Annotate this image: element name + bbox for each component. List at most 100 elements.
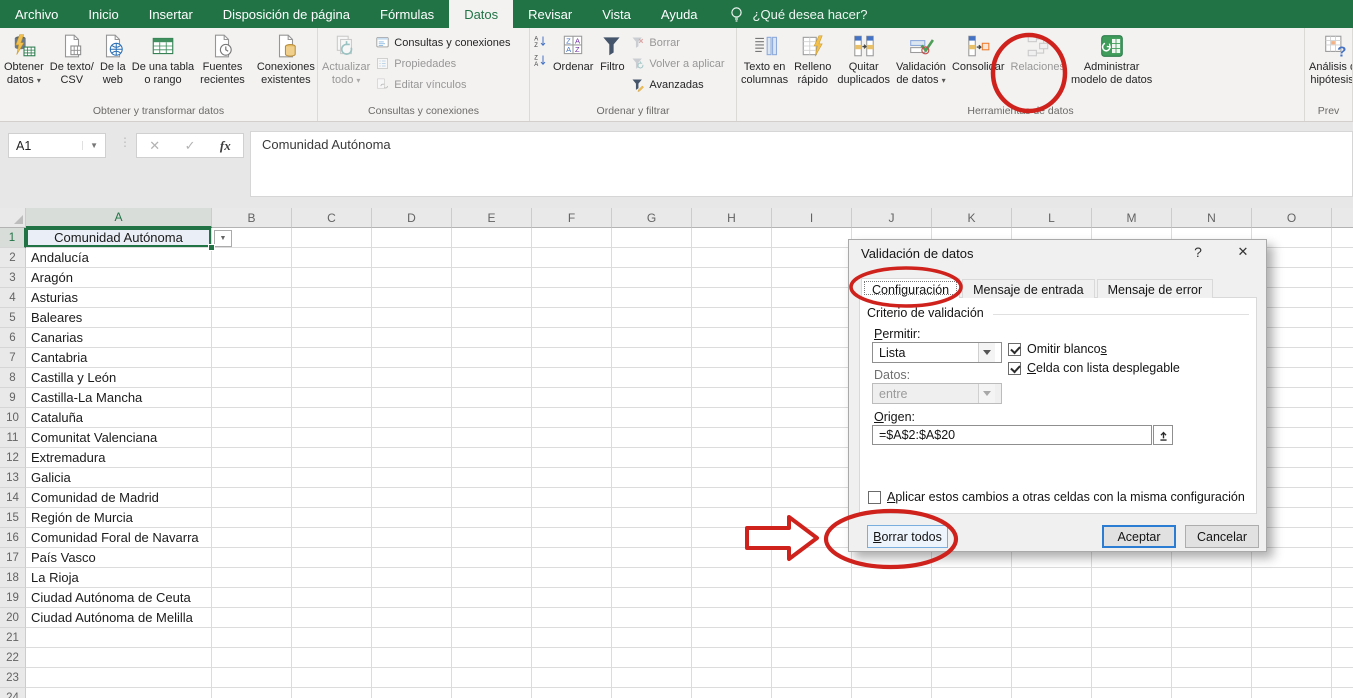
cell-E21[interactable] [452,628,532,648]
cell-A20[interactable]: Ciudad Autónoma de Melilla [26,608,212,628]
cell-A5[interactable]: Baleares [26,308,212,328]
cell-L24[interactable] [1012,688,1092,698]
cell-J18[interactable] [852,568,932,588]
cell-P14[interactable] [1332,488,1353,508]
cell-C9[interactable] [292,388,372,408]
cell-C12[interactable] [292,448,372,468]
cell-F4[interactable] [532,288,612,308]
cell-A17[interactable]: País Vasco [26,548,212,568]
cell-P24[interactable] [1332,688,1353,698]
cell-P2[interactable] [1332,248,1353,268]
cell-C4[interactable] [292,288,372,308]
cell-E4[interactable] [452,288,532,308]
cell-J22[interactable] [852,648,932,668]
column-header-k[interactable]: K [932,208,1012,228]
cell-N22[interactable] [1172,648,1252,668]
cell-O19[interactable] [1252,588,1332,608]
cell-I7[interactable] [772,348,852,368]
cell-B5[interactable] [212,308,292,328]
column-header-j[interactable]: J [852,208,932,228]
cell-A11[interactable]: Comunitat Valenciana [26,428,212,448]
permitir-combobox[interactable]: Lista [872,342,1002,363]
cell-E17[interactable] [452,548,532,568]
cell-G5[interactable] [612,308,692,328]
cell-D10[interactable] [372,408,452,428]
cell-A23[interactable] [26,668,212,688]
cell-A22[interactable] [26,648,212,668]
cell-A1[interactable]: Comunidad Autónoma [26,228,212,248]
cell-G6[interactable] [612,328,692,348]
dialog-close-button[interactable]: ✕ [1229,244,1257,264]
row-header-7[interactable]: 7 [0,348,26,368]
cell-E9[interactable] [452,388,532,408]
cell-D13[interactable] [372,468,452,488]
name-box-dropdown-icon[interactable]: ▼ [82,141,98,150]
cell-C21[interactable] [292,628,372,648]
cell-G14[interactable] [612,488,692,508]
ribbon-btn-filtro[interactable]: Filtro [596,30,628,87]
row-header-8[interactable]: 8 [0,368,26,388]
cell-B8[interactable] [212,368,292,388]
dialog-tab-mensaje-de-entrada[interactable]: Mensaje de entrada [962,279,1095,298]
cell-E5[interactable] [452,308,532,328]
cell-E14[interactable] [452,488,532,508]
cell-G17[interactable] [612,548,692,568]
cell-H21[interactable] [692,628,772,648]
checkbox-checked-icon[interactable] [1008,362,1021,375]
cell-K19[interactable] [932,588,1012,608]
cell-B10[interactable] [212,408,292,428]
cell-I19[interactable] [772,588,852,608]
cell-H1[interactable] [692,228,772,248]
cell-C6[interactable] [292,328,372,348]
cell-I6[interactable] [772,328,852,348]
cell-H6[interactable] [692,328,772,348]
cell-I14[interactable] [772,488,852,508]
cell-D8[interactable] [372,368,452,388]
cell-K23[interactable] [932,668,1012,688]
insert-function-icon[interactable]: fx [220,138,231,154]
cell-G9[interactable] [612,388,692,408]
cell-B6[interactable] [212,328,292,348]
ribbon-btn-editar-vinculos[interactable]: Editar vínculos [375,76,510,93]
cell-H3[interactable] [692,268,772,288]
cell-E22[interactable] [452,648,532,668]
cell-E1[interactable] [452,228,532,248]
menu-tab-revisar[interactable]: Revisar [513,0,587,28]
cell-L22[interactable] [1012,648,1092,668]
cell-H5[interactable] [692,308,772,328]
ribbon-btn-conexiones-existentes[interactable]: Conexionesexistentes [254,30,318,87]
cell-C17[interactable] [292,548,372,568]
cell-J23[interactable] [852,668,932,688]
cell-I22[interactable] [772,648,852,668]
cell-I4[interactable] [772,288,852,308]
cell-F20[interactable] [532,608,612,628]
cell-M23[interactable] [1092,668,1172,688]
fill-handle[interactable] [208,244,215,251]
cell-A15[interactable]: Región de Murcia [26,508,212,528]
cell-C20[interactable] [292,608,372,628]
cell-C23[interactable] [292,668,372,688]
cell-H18[interactable] [692,568,772,588]
cell-G3[interactable] [612,268,692,288]
cell-G16[interactable] [612,528,692,548]
cell-D11[interactable] [372,428,452,448]
cell-G11[interactable] [612,428,692,448]
cell-I13[interactable] [772,468,852,488]
cell-P1[interactable] [1332,228,1353,248]
cell-F1[interactable] [532,228,612,248]
column-header-n[interactable]: N [1172,208,1252,228]
cell-I24[interactable] [772,688,852,698]
ribbon-btn-quitar-duplicados[interactable]: Quitarduplicados [834,30,893,87]
menu-tab-formulas[interactable]: Fórmulas [365,0,449,28]
cell-E12[interactable] [452,448,532,468]
cell-O20[interactable] [1252,608,1332,628]
cell-G1[interactable] [612,228,692,248]
cell-C8[interactable] [292,368,372,388]
cell-B12[interactable] [212,448,292,468]
ribbon-btn-consolidar[interactable]: Consolidar [949,30,1008,87]
cell-I3[interactable] [772,268,852,288]
cell-N24[interactable] [1172,688,1252,698]
cell-P13[interactable] [1332,468,1353,488]
cell-G13[interactable] [612,468,692,488]
cell-E10[interactable] [452,408,532,428]
